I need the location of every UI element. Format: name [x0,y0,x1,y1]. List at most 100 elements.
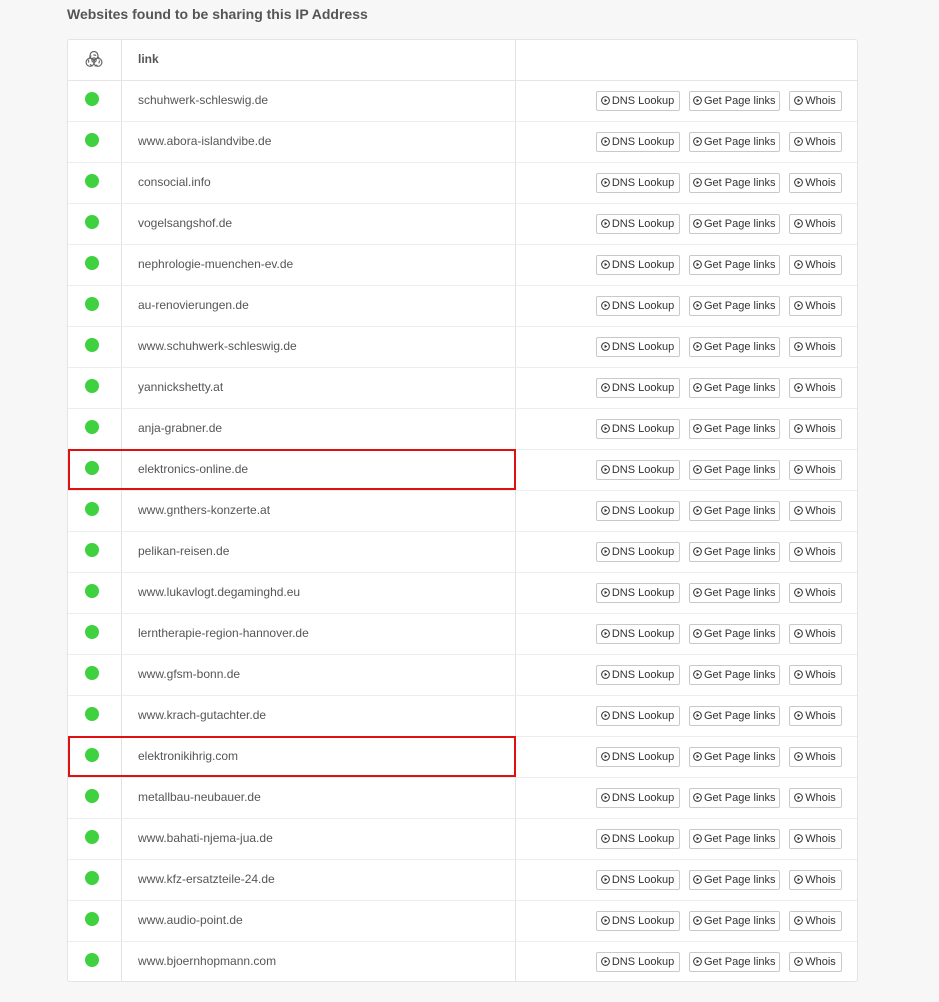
get-page-links-button[interactable]: Get Page links [689,91,780,111]
site-link[interactable]: elektronikihrig.com [138,749,238,763]
site-link[interactable]: www.bjoernhopmann.com [138,954,276,968]
site-link[interactable]: www.audio-point.de [138,913,243,927]
get-page-links-button[interactable]: Get Page links [689,542,780,562]
site-link[interactable]: pelikan-reisen.de [138,544,229,558]
site-link[interactable]: www.schuhwerk-schleswig.de [138,339,297,353]
dns-lookup-button[interactable]: DNS Lookup [596,624,680,644]
dns-lookup-button[interactable]: DNS Lookup [596,829,680,849]
get-page-links-button[interactable]: Get Page links [689,829,780,849]
whois-button[interactable]: Whois [789,542,842,562]
whois-button[interactable]: Whois [789,214,842,234]
whois-button[interactable]: Whois [789,870,842,890]
dns-lookup-button[interactable]: DNS Lookup [596,542,680,562]
get-page-links-button[interactable]: Get Page links [689,173,780,193]
site-link[interactable]: vogelsangshof.de [138,216,232,230]
whois-button[interactable]: Whois [789,747,842,767]
dns-lookup-button[interactable]: DNS Lookup [596,665,680,685]
play-circle-icon [693,218,702,228]
table-row: schuhwerk-schleswig.de DNS Lookup Get Page… [68,81,857,122]
dns-lookup-button[interactable]: DNS Lookup [596,501,680,521]
dns-lookup-button[interactable]: DNS Lookup [596,255,680,275]
site-link[interactable]: www.kfz-ersatzteile-24.de [138,872,275,886]
get-page-links-button[interactable]: Get Page links [689,501,780,521]
get-page-links-button[interactable]: Get Page links [689,706,780,726]
dns-lookup-button[interactable]: DNS Lookup [596,173,680,193]
get-page-links-button[interactable]: Get Page links [689,870,780,890]
site-link[interactable]: lerntherapie-region-hannover.de [138,626,309,640]
site-link[interactable]: metallbau-neubauer.de [138,790,261,804]
whois-button[interactable]: Whois [789,829,842,849]
get-page-links-button[interactable]: Get Page links [689,255,780,275]
whois-button[interactable]: Whois [789,132,842,152]
get-page-links-button[interactable]: Get Page links [689,665,780,685]
site-link[interactable]: nephrologie-muenchen-ev.de [138,257,293,271]
dns-lookup-button[interactable]: DNS Lookup [596,911,680,931]
dns-lookup-button[interactable]: DNS Lookup [596,296,680,316]
table-row: anja-grabner.de DNS Lookup Get Page links W… [68,409,857,450]
get-page-links-button[interactable]: Get Page links [689,747,780,767]
dns-lookup-button[interactable]: DNS Lookup [596,952,680,972]
dns-lookup-button[interactable]: DNS Lookup [596,747,680,767]
dns-lookup-button[interactable]: DNS Lookup [596,91,680,111]
site-link[interactable]: www.abora-islandvibe.de [138,134,271,148]
play-circle-icon [600,218,610,228]
site-link[interactable]: www.krach-gutachter.de [138,708,266,722]
get-page-links-button[interactable]: Get Page links [689,337,780,357]
site-link[interactable]: www.gfsm-bonn.de [138,667,240,681]
whois-button[interactable]: Whois [789,460,842,480]
status-dot [85,502,99,516]
play-circle-icon [600,546,610,556]
whois-button[interactable]: Whois [789,706,842,726]
site-link[interactable]: elektronics-online.de [138,462,248,476]
get-page-links-button[interactable]: Get Page links [689,419,780,439]
whois-button[interactable]: Whois [789,255,842,275]
whois-button[interactable]: Whois [789,296,842,316]
play-circle-icon [794,218,804,228]
site-link[interactable]: www.bahati-njema-jua.de [138,831,273,845]
site-link[interactable]: au-renovierungen.de [138,298,249,312]
whois-button[interactable]: Whois [789,583,842,603]
site-link[interactable]: www.lukavlogt.degaminghd.eu [138,585,300,599]
dns-lookup-button[interactable]: DNS Lookup [596,870,680,890]
get-page-links-button[interactable]: Get Page links [689,788,780,808]
dns-lookup-button[interactable]: DNS Lookup [596,706,680,726]
dns-lookup-label: DNS Lookup [611,956,675,968]
dns-lookup-label: DNS Lookup [611,218,675,230]
whois-button[interactable]: Whois [789,173,842,193]
whois-button[interactable]: Whois [789,624,842,644]
whois-button[interactable]: Whois [789,337,842,357]
dns-lookup-button[interactable]: DNS Lookup [596,378,680,398]
get-page-links-button[interactable]: Get Page links [689,296,780,316]
dns-lookup-button[interactable]: DNS Lookup [596,214,680,234]
dns-lookup-button[interactable]: DNS Lookup [596,337,680,357]
get-page-links-button[interactable]: Get Page links [689,460,780,480]
get-page-links-button[interactable]: Get Page links [689,952,780,972]
get-page-links-button[interactable]: Get Page links [689,214,780,234]
get-page-links-button[interactable]: Get Page links [689,911,780,931]
dns-lookup-button[interactable]: DNS Lookup [596,583,680,603]
dns-lookup-button[interactable]: DNS Lookup [596,460,680,480]
site-link[interactable]: anja-grabner.de [138,421,222,435]
dns-lookup-button[interactable]: DNS Lookup [596,132,680,152]
whois-button[interactable]: Whois [789,952,842,972]
site-link[interactable]: yannickshetty.at [138,380,223,394]
get-page-links-button[interactable]: Get Page links [689,378,780,398]
whois-button[interactable]: Whois [789,788,842,808]
get-page-links-button[interactable]: Get Page links [689,583,780,603]
whois-button[interactable]: Whois [789,501,842,521]
whois-button[interactable]: Whois [789,419,842,439]
table-row: www.gfsm-bonn.de DNS Lookup Get Page links… [68,655,857,696]
whois-button[interactable]: Whois [789,665,842,685]
dns-lookup-button[interactable]: DNS Lookup [596,788,680,808]
get-page-links-label: Get Page links [704,956,776,968]
get-page-links-button[interactable]: Get Page links [689,132,780,152]
dns-lookup-button[interactable]: DNS Lookup [596,419,680,439]
whois-button[interactable]: Whois [789,911,842,931]
whois-button[interactable]: Whois [789,91,842,111]
site-link[interactable]: schuhwerk-schleswig.de [138,93,268,107]
site-link[interactable]: consocial.info [138,175,211,189]
get-page-links-button[interactable]: Get Page links [689,624,780,644]
site-link[interactable]: www.gnthers-konzerte.at [138,503,270,517]
play-circle-icon [600,382,610,392]
whois-button[interactable]: Whois [789,378,842,398]
